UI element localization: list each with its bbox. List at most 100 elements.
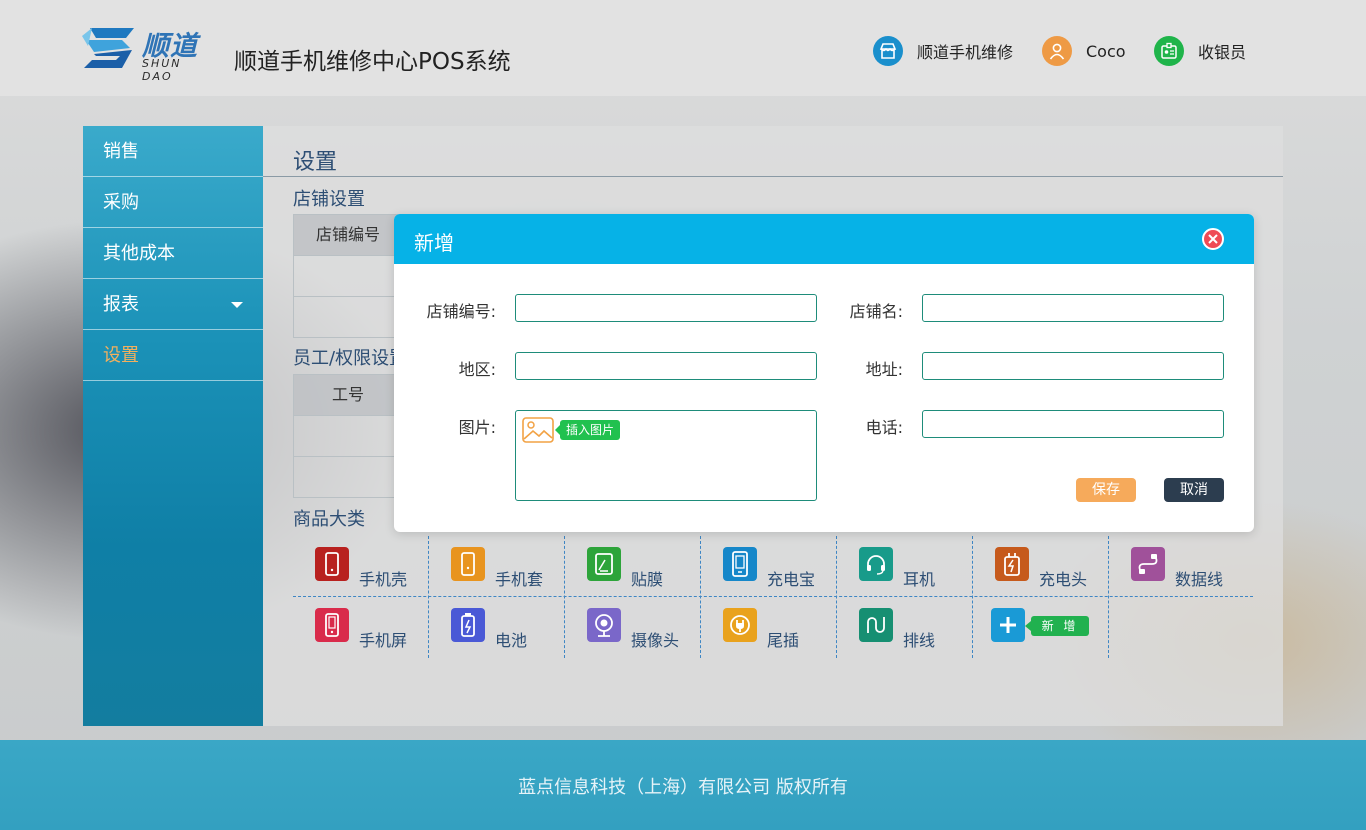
staff-table-header: 工号 (294, 375, 402, 415)
sidebar-item-purchase[interactable]: 采购 (83, 177, 263, 228)
footer: 蓝点信息科技（上海）有限公司 版权所有 (0, 740, 1366, 830)
logo[interactable]: 顺道 SHUN DAO (82, 24, 217, 83)
add-category-label: 新 增 (1025, 616, 1089, 636)
phone-screen-icon (315, 608, 349, 642)
screen-film-icon (587, 547, 621, 581)
category-headphone[interactable]: 耳机 (837, 536, 973, 597)
store-no-label: 店铺编号: (426, 302, 496, 321)
table-row[interactable] (294, 456, 402, 497)
category-label: 手机套 (495, 570, 544, 589)
role-menu[interactable]: 收银员 (1154, 34, 1246, 68)
category-screen-film[interactable]: 贴膜 (565, 536, 701, 597)
sidebar-item-sales[interactable]: 销售 (83, 126, 263, 177)
table-row[interactable] (294, 255, 402, 296)
category-phone-case[interactable]: 手机壳 (293, 536, 429, 597)
category-power-bank[interactable]: 充电宝 (701, 536, 837, 597)
category-label: 手机屏 (359, 631, 408, 650)
sidebar-item-settings[interactable]: 设置 (83, 330, 263, 381)
phone-cover-icon (451, 547, 485, 581)
copyright-text: 蓝点信息科技（上海）有限公司 版权所有 (518, 777, 848, 798)
store-table-header: 店铺编号 (294, 215, 402, 255)
store-menu[interactable]: 顺道手机维修 (873, 34, 1013, 68)
category-label: 尾插 (767, 631, 800, 650)
sidebar-item-label: 设置 (103, 345, 139, 366)
role-label: 收银员 (1198, 43, 1247, 62)
category-phone-cover[interactable]: 手机套 (429, 536, 565, 597)
address-input[interactable] (922, 352, 1224, 380)
category-label: 充电头 (1039, 570, 1088, 589)
store-table: 店铺编号 (293, 214, 403, 338)
image-icon (522, 417, 554, 443)
store-icon (873, 36, 903, 66)
phone-label: 电话: (865, 418, 903, 437)
save-button[interactable]: 保存 (1076, 478, 1136, 502)
battery-icon (451, 608, 485, 642)
add-store-dialog: 新增 店铺编号: 店铺名: 地区: 地址: 图片: 插入图片 电话: 保存 取消 (394, 214, 1254, 532)
sidebar-item-label: 采购 (103, 192, 139, 213)
plus-icon (991, 608, 1025, 642)
phone-case-icon (315, 547, 349, 581)
category-label: 手机壳 (359, 570, 408, 589)
power-bank-icon (723, 547, 757, 581)
dialog-header: 新增 (394, 214, 1254, 264)
user-name: Coco (1086, 41, 1126, 61)
phone-input[interactable] (922, 410, 1224, 438)
title-divider (263, 176, 1283, 177)
store-name-input[interactable] (922, 294, 1224, 322)
sidebar-item-label: 报表 (103, 294, 139, 315)
category-camera[interactable]: 摄像头 (565, 597, 701, 658)
cancel-button[interactable]: 取消 (1164, 478, 1224, 502)
image-label: 图片: (458, 418, 496, 437)
image-upload-area[interactable]: 插入图片 (515, 410, 817, 501)
charger-icon (995, 547, 1029, 581)
category-grid: 手机壳 手机套 贴膜 充电宝 耳机 充电头 数据线 手机屏 电池 摄像头 尾插 … (293, 536, 1253, 658)
region-input[interactable] (515, 352, 817, 380)
category-battery[interactable]: 电池 (429, 597, 565, 658)
store-name-label: 店铺名: (849, 302, 903, 321)
add-category-button[interactable]: 新 增 (973, 597, 1109, 658)
page-title: 设置 (293, 150, 338, 175)
category-label: 贴膜 (631, 570, 664, 589)
plug-icon (723, 608, 757, 642)
header: 顺道 SHUN DAO 顺道手机维修中心POS系统 顺道手机维修 Coco 收银… (0, 0, 1366, 96)
headphone-icon (859, 547, 893, 581)
category-label: 充电宝 (767, 570, 816, 589)
cashier-badge-icon (1154, 36, 1184, 66)
sidebar-item-other-cost[interactable]: 其他成本 (83, 228, 263, 279)
category-charger[interactable]: 充电头 (973, 536, 1109, 597)
close-icon (1208, 234, 1218, 244)
camera-icon (587, 608, 621, 642)
staff-table: 工号 (293, 374, 403, 498)
table-row[interactable] (294, 296, 402, 337)
address-label: 地址: (865, 360, 903, 379)
chevron-down-icon (231, 302, 243, 308)
dialog-title: 新增 (414, 231, 454, 255)
category-section-title: 商品大类 (293, 509, 365, 530)
sidebar-item-reports[interactable]: 报表 (83, 279, 263, 330)
store-label: 顺道手机维修 (917, 43, 1014, 62)
app-title: 顺道手机维修中心POS系统 (234, 49, 511, 75)
category-phone-screen[interactable]: 手机屏 (293, 597, 429, 658)
insert-image-button[interactable]: 插入图片 (555, 420, 620, 440)
store-no-input[interactable] (515, 294, 817, 322)
category-label: 耳机 (903, 570, 936, 589)
logo-subtext: SHUN DAO (142, 57, 182, 83)
category-label: 排线 (903, 631, 936, 650)
staff-settings-title: 员工/权限设置 (293, 348, 408, 369)
region-label: 地区: (458, 360, 496, 379)
category-cable[interactable]: 数据线 (1109, 536, 1245, 597)
user-menu[interactable]: Coco (1042, 34, 1126, 68)
logo-s-icon (82, 28, 134, 68)
table-row[interactable] (294, 415, 402, 456)
category-label: 摄像头 (631, 631, 680, 650)
user-icon (1042, 36, 1072, 66)
cable-icon (1131, 547, 1165, 581)
flex-cable-icon (859, 608, 893, 642)
category-label: 电池 (495, 631, 528, 650)
category-plug[interactable]: 尾插 (701, 597, 837, 658)
category-flex-cable[interactable]: 排线 (837, 597, 973, 658)
close-button[interactable] (1202, 228, 1224, 250)
sidebar-item-label: 其他成本 (103, 243, 175, 264)
category-label: 数据线 (1175, 570, 1224, 589)
sidebar-item-label: 销售 (103, 141, 139, 162)
